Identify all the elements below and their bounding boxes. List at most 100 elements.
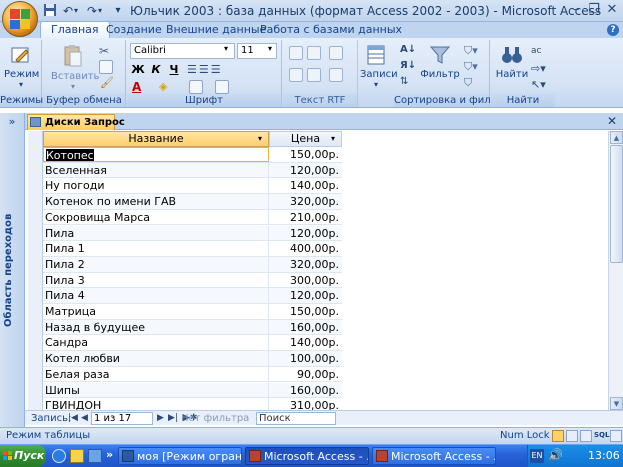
pivot-table-icon[interactable]	[566, 430, 578, 442]
align-icons[interactable]: ☰☰☰	[187, 63, 235, 77]
table-row[interactable]: Котенок по имени ГАВ 320,00р.	[43, 194, 342, 210]
alt-fill-icon[interactable]	[215, 80, 229, 94]
view-button[interactable]: Режим ▾	[4, 44, 39, 89]
cell-price[interactable]: 320,00р.	[269, 257, 342, 272]
first-record-icon[interactable]: |◀	[68, 411, 78, 426]
cell-name[interactable]: Пила 2	[43, 256, 269, 272]
cell-price[interactable]: 140,00р.	[269, 178, 342, 193]
volume-icon[interactable]: 🔊	[548, 448, 563, 462]
cell-price[interactable]: 120,00р.	[269, 288, 342, 303]
font-size-dropdown-icon[interactable]: ▾	[268, 44, 272, 53]
cell-name[interactable]: Пила 3	[43, 272, 269, 288]
cell-price[interactable]: 400,00р.	[269, 241, 342, 256]
restore-icon[interactable]: ❐	[585, 2, 603, 18]
cell-price[interactable]: 100,00р.	[269, 351, 342, 366]
taskbar-button-word[interactable]: моя [Режим ограни...	[118, 447, 242, 465]
table-row[interactable]: Пила 120,00р.	[43, 225, 342, 242]
cell-price[interactable]: 90,00р.	[269, 367, 342, 382]
replace-icon[interactable]: ac	[531, 46, 541, 56]
records-button[interactable]: Записи ▾	[360, 44, 398, 89]
cell-name[interactable]: Сокровища Марса	[43, 209, 269, 225]
cell-name[interactable]: Котопес	[43, 147, 269, 162]
cell-name[interactable]: Котенок по имени ГАВ	[43, 194, 269, 209]
table-row[interactable]: Ну погоди 140,00р.	[43, 178, 342, 195]
language-indicator[interactable]: EN	[530, 449, 544, 463]
cell-name[interactable]: Шипы	[43, 382, 269, 398]
scroll-down-icon[interactable]: ▼	[610, 397, 623, 410]
underline-button[interactable]: Ч	[166, 62, 182, 78]
cell-name[interactable]: Пила 1	[43, 241, 269, 256]
cell-name[interactable]: Сандра	[43, 335, 269, 351]
sql-view-icon[interactable]: SQL	[594, 431, 609, 439]
nav-pane-toggle[interactable]: »	[3, 115, 21, 129]
prev-record-icon[interactable]: ◀	[81, 411, 88, 426]
cell-price[interactable]: 160,00р.	[269, 320, 342, 335]
sort-asc-icon[interactable]: A↓	[400, 44, 416, 55]
toggle-filter-icon[interactable]: ⛉	[464, 76, 472, 90]
table-row[interactable]: Назад в будущее 160,00р.	[43, 319, 342, 336]
record-position-field[interactable]: 1 из 17	[91, 412, 153, 425]
cell-price[interactable]: 150,00р.	[269, 304, 342, 319]
cut-icon[interactable]: ✂	[99, 44, 109, 58]
datasheet-view-icon[interactable]	[552, 430, 564, 442]
save-icon[interactable]	[42, 3, 58, 19]
explorer-icon[interactable]	[70, 449, 84, 463]
advanced-filter-icon[interactable]: ⛉▾	[464, 60, 478, 74]
clear-sort-icon[interactable]: ⇅	[400, 76, 408, 87]
bullets-icon[interactable]	[289, 68, 303, 82]
column-header-name[interactable]: Название ▾	[43, 131, 269, 147]
highlight-icon[interactable]	[329, 68, 343, 82]
table-row[interactable]: Пила 2 320,00р.	[43, 256, 342, 273]
paste-button[interactable]: Вставить ▾	[51, 44, 99, 91]
vertical-scrollbar[interactable]: ▲ ▼	[608, 131, 623, 410]
taskbar-button-access-2[interactable]: Microsoft Access - ...	[372, 447, 496, 465]
table-row[interactable]: Пила 3 300,00р.	[43, 272, 342, 289]
minimize-icon[interactable]: –	[567, 2, 585, 18]
cell-price[interactable]: 300,00р.	[269, 273, 342, 288]
increase-indent-icon[interactable]	[307, 46, 321, 60]
goto-icon[interactable]: ⇨▾	[531, 62, 546, 75]
nav-pane-label[interactable]: Область переходов	[3, 205, 22, 335]
table-row[interactable]: Сандра 140,00р.	[43, 335, 342, 352]
bold-button[interactable]: Ж	[130, 62, 146, 78]
close-document-icon[interactable]: ✕	[605, 114, 619, 128]
filter-button[interactable]: Фильтр	[420, 44, 460, 80]
quicklaunch-more-icon[interactable]: »	[106, 448, 113, 461]
column-price-dropdown-icon[interactable]: ▾	[327, 133, 339, 145]
cell-name[interactable]: Ну погоди	[43, 178, 269, 194]
decrease-indent-icon[interactable]	[289, 46, 303, 60]
copy-icon[interactable]	[99, 60, 113, 74]
cell-price[interactable]: 140,00р.	[269, 335, 342, 350]
select-icon[interactable]: ↖▾	[531, 78, 546, 91]
taskbar-button-access-1[interactable]: Microsoft Access - ...	[245, 447, 369, 465]
cell-name[interactable]: Пила 4	[43, 288, 269, 303]
table-row[interactable]: Матрица 150,00р.	[43, 304, 342, 320]
cell-price[interactable]: 150,00р.	[269, 147, 342, 162]
scroll-thumb[interactable]	[610, 145, 623, 263]
record-selector-column[interactable]	[28, 131, 43, 410]
table-row[interactable]: Сокровища Марса 210,00р.	[43, 209, 342, 226]
cell-name[interactable]: Белая раза	[43, 366, 269, 382]
font-color-icon[interactable]: A	[132, 80, 141, 94]
pivot-chart-icon[interactable]	[580, 430, 592, 442]
table-row[interactable]: Вселенная 120,00р.	[43, 162, 342, 179]
table-row[interactable]: Котел любви 100,00р.	[43, 351, 342, 367]
no-filter-label[interactable]: Нет фильтра	[181, 411, 249, 426]
column-header-price[interactable]: Цена ▾	[269, 131, 342, 147]
format-painter-icon[interactable]: 🖌	[100, 76, 114, 89]
next-record-icon[interactable]: ▶	[157, 411, 164, 426]
cell-price[interactable]: 210,00р.	[269, 210, 342, 225]
cell-name[interactable]: Назад в будущее	[43, 319, 269, 335]
undo-dropdown-icon[interactable]: ▾	[72, 3, 80, 19]
text-direction-icon[interactable]	[329, 46, 343, 60]
close-window-icon[interactable]: ✕	[603, 2, 621, 18]
find-button[interactable]: Найти	[495, 44, 529, 80]
cell-name[interactable]: Матрица	[43, 304, 269, 319]
desktop-icon[interactable]	[88, 449, 102, 463]
tab-database-tools[interactable]: Работа с базами данных	[250, 22, 412, 38]
table-row[interactable]: Шипы 160,00р.	[43, 382, 342, 399]
cell-price[interactable]: 120,00р.	[269, 163, 342, 178]
cell-name[interactable]: Пила	[43, 225, 269, 241]
redo-dropdown-icon[interactable]: ▾	[96, 3, 104, 19]
table-row[interactable]: Белая раза 90,00р.	[43, 366, 342, 383]
